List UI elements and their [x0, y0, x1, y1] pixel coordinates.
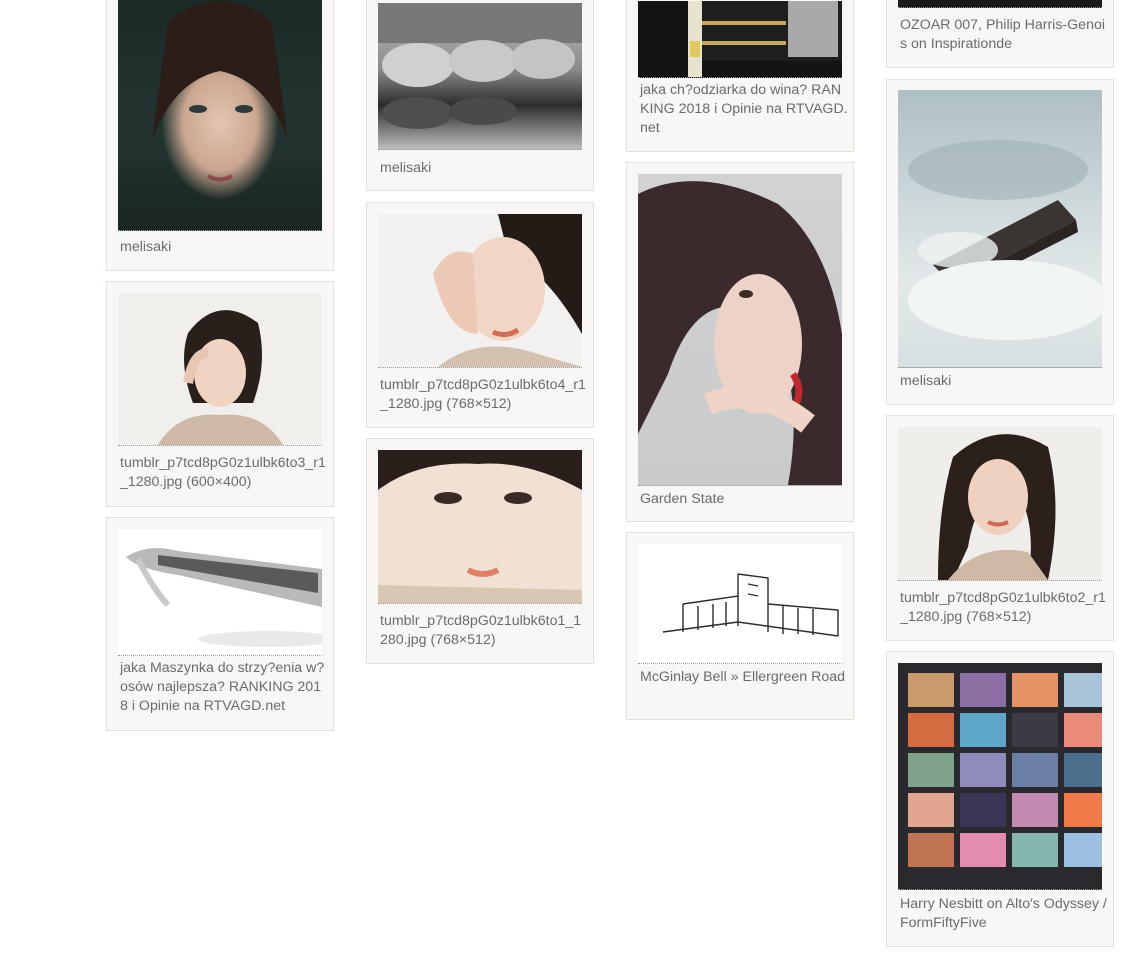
- pin-card[interactable]: OZOAR 007, Philip Harris-Genois on Inspi…: [886, 0, 1114, 68]
- pin-image[interactable]: [898, 663, 1102, 890]
- pin-image[interactable]: [378, 214, 582, 368]
- pin-image[interactable]: [118, 0, 322, 231]
- pin-caption[interactable]: Garden State: [640, 490, 848, 509]
- pin-card[interactable]: jaka ch?odziarka do wina? RANKING 2018 i…: [626, 0, 854, 152]
- pin-caption[interactable]: McGinlay Bell » Ellergreen Road: [640, 668, 848, 687]
- pin-image[interactable]: [638, 174, 842, 486]
- pin-image[interactable]: [638, 544, 842, 664]
- pin-image[interactable]: [898, 0, 1102, 8]
- pin-card[interactable]: tumblr_p7tcd8pG0z1ulbk6to1_1280.jpg (768…: [366, 438, 594, 664]
- pin-caption[interactable]: tumblr_p7tcd8pG0z1ulbk6to1_1280.jpg (768…: [380, 612, 588, 650]
- pin-image[interactable]: [898, 90, 1102, 368]
- pin-caption[interactable]: jaka Maszynka do strzy?enia w?osów najle…: [120, 659, 328, 716]
- pin-image[interactable]: [118, 293, 322, 446]
- pin-caption[interactable]: tumblr_p7tcd8pG0z1ulbk6to2_r1_1280.jpg (…: [900, 589, 1108, 627]
- pin-card[interactable]: tumblr_p7tcd8pG0z1ulbk6to4_r1_1280.jpg (…: [366, 202, 594, 428]
- pin-caption[interactable]: Harry Nesbitt on Alto′s Odyssey / FormFi…: [900, 895, 1108, 933]
- pin-card[interactable]: Garden State: [626, 162, 854, 522]
- pin-card[interactable]: tumblr_p7tcd8pG0z1ulbk6to3_r1_1280.jpg (…: [106, 281, 334, 507]
- pin-card[interactable]: melisaki: [106, 0, 334, 271]
- pin-caption[interactable]: OZOAR 007, Philip Harris-Genois on Inspi…: [900, 16, 1108, 54]
- pin-card[interactable]: McGinlay Bell » Ellergreen Road: [626, 532, 854, 720]
- pin-card[interactable]: melisaki: [886, 79, 1114, 405]
- pin-image[interactable]: [118, 529, 322, 656]
- pin-card[interactable]: melisaki: [366, 0, 594, 191]
- pin-image[interactable]: [378, 3, 582, 150]
- pin-caption[interactable]: tumblr_p7tcd8pG0z1ulbk6to4_r1_1280.jpg (…: [380, 376, 588, 414]
- pin-caption[interactable]: melisaki: [380, 159, 588, 178]
- pin-caption[interactable]: melisaki: [900, 372, 1108, 391]
- pin-card[interactable]: jaka Maszynka do strzy?enia w?osów najle…: [106, 517, 334, 731]
- pin-image[interactable]: [638, 1, 842, 78]
- pin-caption[interactable]: melisaki: [120, 238, 328, 257]
- pin-caption[interactable]: tumblr_p7tcd8pG0z1ulbk6to3_r1_1280.jpg (…: [120, 454, 328, 492]
- pin-image[interactable]: [898, 427, 1102, 581]
- pin-image[interactable]: [378, 450, 582, 604]
- pin-card[interactable]: tumblr_p7tcd8pG0z1ulbk6to2_r1_1280.jpg (…: [886, 415, 1114, 641]
- pin-caption[interactable]: jaka ch?odziarka do wina? RANKING 2018 i…: [640, 81, 848, 138]
- pin-card[interactable]: Harry Nesbitt on Alto′s Odyssey / FormFi…: [886, 651, 1114, 947]
